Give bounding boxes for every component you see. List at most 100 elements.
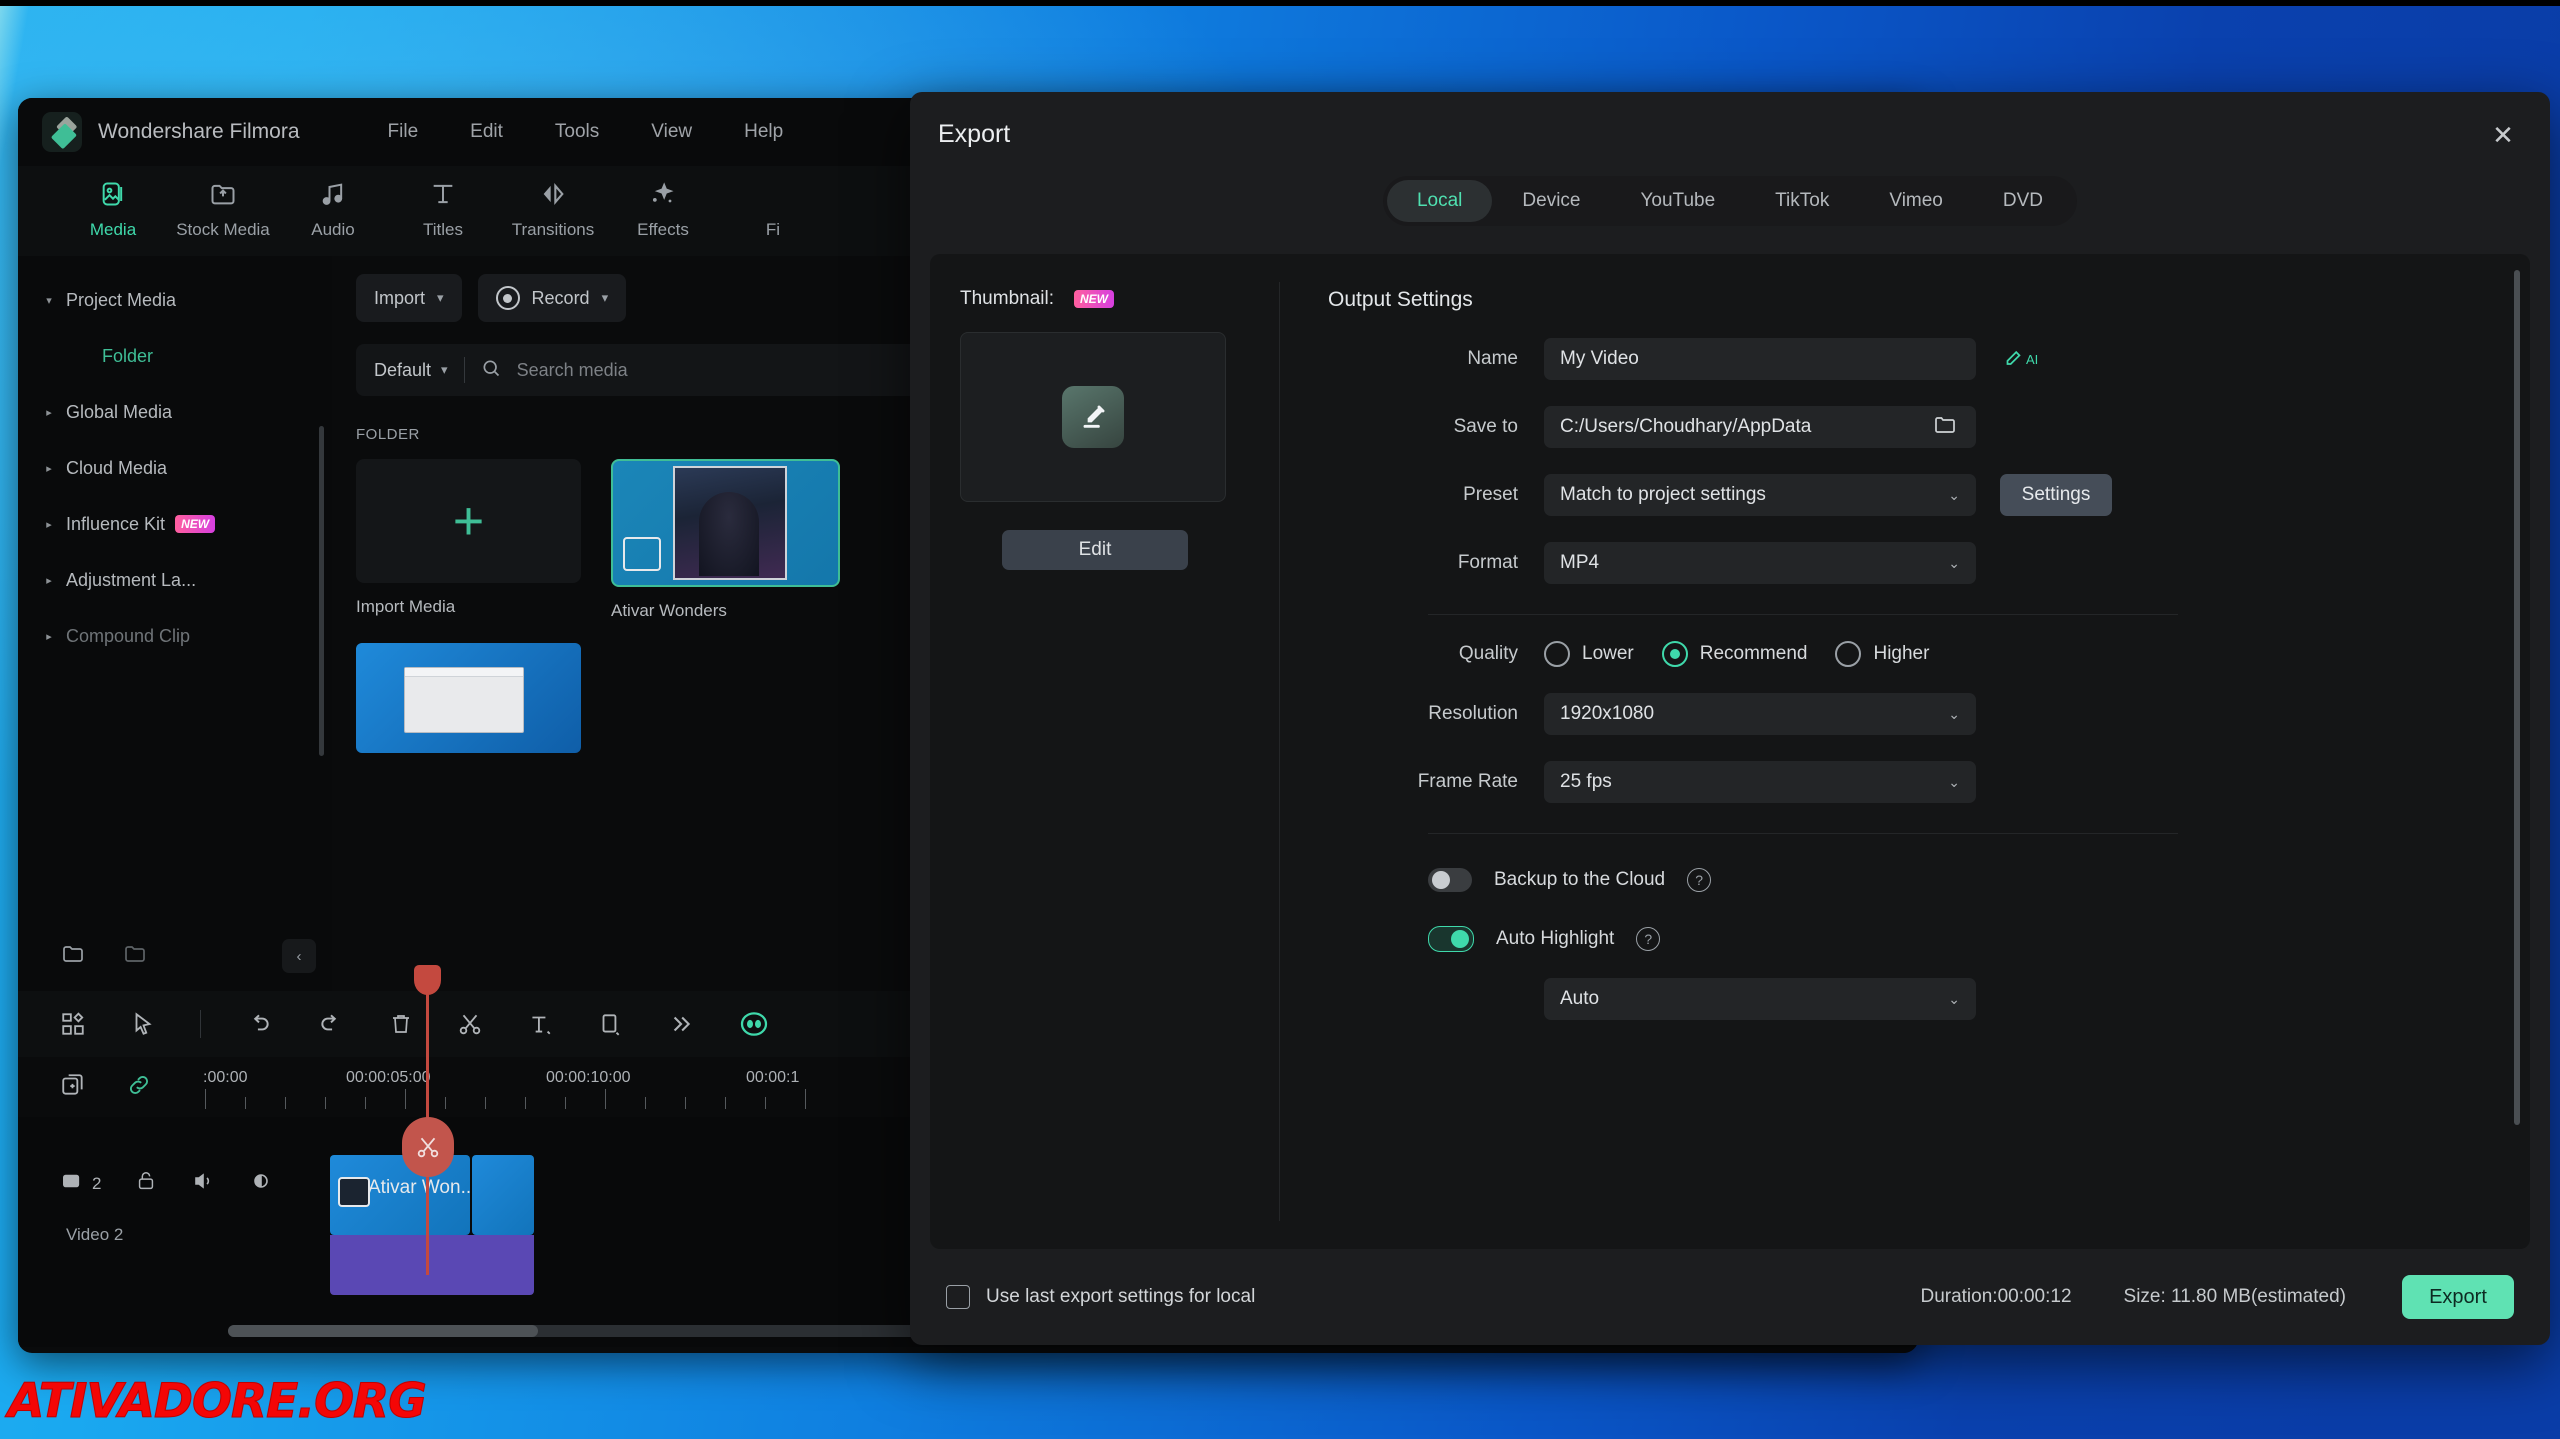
redo-icon[interactable] — [317, 1011, 345, 1037]
format-label: Format — [1457, 552, 1518, 573]
preset-label: Preset — [1463, 484, 1518, 505]
playhead[interactable] — [402, 965, 454, 1275]
tab-youtube[interactable]: YouTube — [1610, 180, 1745, 222]
mute-speaker-icon[interactable] — [191, 1169, 215, 1198]
menu-item-tools[interactable]: Tools — [529, 115, 625, 149]
tool-tab-media[interactable]: Media — [58, 166, 168, 240]
tool-tab-effects[interactable]: Effects — [608, 166, 718, 240]
question-mark-icon[interactable]: ? — [1636, 927, 1661, 951]
sort-dropdown[interactable]: Default ▾ — [374, 360, 448, 381]
timeline-clip[interactable]: Ativar Won... — [330, 1155, 470, 1235]
tab-dvd[interactable]: DVD — [1973, 180, 2073, 222]
menu-item-edit[interactable]: Edit — [444, 115, 529, 149]
tool-tab-stock-media[interactable]: Stock Media — [168, 166, 278, 240]
backup-cloud-row: Backup to the Cloud ? — [1328, 868, 2530, 892]
visibility-eye-icon[interactable] — [249, 1169, 273, 1198]
sidebar-scrollbar[interactable] — [319, 426, 324, 756]
record-label: Record — [531, 287, 590, 308]
layout-grid-icon[interactable] — [60, 1011, 86, 1037]
framerate-select[interactable]: 25 fps ⌄ — [1544, 761, 1976, 803]
tab-device[interactable]: Device — [1492, 180, 1610, 222]
tab-local[interactable]: Local — [1386, 180, 1493, 222]
auto-highlight-label: Auto Highlight — [1496, 928, 1615, 949]
import-button[interactable]: Import ▾ — [356, 274, 462, 322]
sidebar-item-project-media[interactable]: ▾ Project Media — [32, 272, 318, 328]
tool-tab-transitions[interactable]: Transitions — [498, 166, 608, 240]
screen: Wondershare Filmora File Edit Tools View… — [0, 0, 2560, 1439]
folder-icon[interactable] — [1932, 413, 1958, 442]
preset-select[interactable]: Match to project settings ⌄ — [1544, 474, 1976, 516]
media-thumbnail-selected[interactable] — [611, 459, 840, 587]
stock-media-icon — [209, 176, 237, 212]
tool-tab-titles[interactable]: Titles — [388, 166, 498, 240]
import-media-dropzone[interactable]: + — [356, 459, 581, 583]
sidebar-item-compound-clip[interactable]: ▸ Compound Clip — [32, 608, 318, 664]
sidebar-item-global-media[interactable]: ▸ Global Media — [32, 384, 318, 440]
sidebar-item-adjustment-layer[interactable]: ▸ Adjustment La... — [32, 552, 318, 608]
quality-option-higher[interactable]: Higher — [1835, 641, 1929, 667]
new-folder-icon[interactable] — [60, 942, 86, 971]
menu-item-view[interactable]: View — [625, 115, 718, 149]
sidebar-item-folder[interactable]: Folder — [32, 328, 318, 384]
sidebar-item-influence-kit[interactable]: ▸ Influence Kit NEW — [32, 496, 318, 552]
menu-item-file[interactable]: File — [362, 115, 445, 149]
folder-icon[interactable] — [122, 942, 148, 971]
add-track-icon[interactable] — [60, 1072, 86, 1103]
collapse-sidebar-button[interactable]: ‹ — [282, 939, 316, 973]
crop-icon[interactable] — [597, 1011, 623, 1037]
tool-tab-label: Fi — [765, 220, 781, 239]
settings-button[interactable]: Settings — [2000, 474, 2112, 516]
link-icon[interactable] — [126, 1072, 152, 1103]
sidebar-item-label: Folder — [102, 345, 154, 366]
edit-thumbnail-button[interactable]: Edit — [1002, 530, 1188, 570]
tab-vimeo[interactable]: Vimeo — [1859, 180, 1973, 222]
tool-tab-label: Transitions — [511, 220, 595, 239]
record-button[interactable]: Record ▾ — [477, 274, 627, 322]
thumbnail-preview-box[interactable] — [960, 332, 1226, 502]
menu-bar: File Edit Tools View Help — [362, 115, 810, 149]
timeline-clip-secondary[interactable] — [472, 1155, 534, 1235]
thumbnail-preview — [673, 466, 787, 580]
dialog-scrollbar[interactable] — [2514, 270, 2520, 1125]
tool-tab-filters[interactable]: Fi — [718, 166, 828, 240]
playhead-split-icon[interactable] — [402, 1117, 454, 1177]
auto-highlight-toggle[interactable] — [1428, 926, 1474, 952]
saveto-input[interactable]: C:/Users/Choudhary/AppData — [1544, 406, 1976, 448]
chevron-down-icon: ▾ — [437, 290, 444, 305]
sidebar-item-cloud-media[interactable]: ▸ Cloud Media — [32, 440, 318, 496]
split-scissors-icon[interactable] — [457, 1011, 483, 1037]
ai-avatar-icon[interactable] — [737, 1008, 771, 1040]
more-tools-icon[interactable] — [667, 1011, 693, 1037]
quality-option-lower[interactable]: Lower — [1544, 641, 1634, 667]
transitions-icon — [539, 176, 567, 212]
media-thumbnail-windows[interactable] — [356, 643, 581, 753]
radio-selected-icon — [1661, 641, 1688, 667]
menu-item-help[interactable]: Help — [718, 115, 809, 149]
playhead-handle[interactable] — [414, 965, 441, 995]
close-icon[interactable]: ✕ — [2486, 118, 2520, 152]
select-cursor-icon[interactable] — [130, 1011, 156, 1037]
use-last-settings-checkbox[interactable] — [946, 1285, 970, 1309]
question-mark-icon[interactable]: ? — [1687, 868, 1712, 892]
format-select[interactable]: MP4 ⌄ — [1544, 542, 1976, 584]
ruler-label: 00:00:1 — [746, 1069, 800, 1086]
export-button[interactable]: Export — [2402, 1275, 2514, 1319]
search-input[interactable]: Search media — [517, 360, 628, 381]
tab-tiktok[interactable]: TikTok — [1745, 180, 1859, 222]
quality-option-recommend[interactable]: Recommend — [1661, 641, 1807, 667]
tool-tab-audio[interactable]: Audio — [278, 166, 388, 240]
name-input[interactable]: My Video — [1544, 338, 1976, 380]
timeline-clip-body[interactable] — [330, 1235, 534, 1295]
media-tile-import[interactable]: + Import Media — [356, 459, 581, 753]
undo-icon[interactable] — [245, 1011, 273, 1037]
media-tile-ativar[interactable]: Ativar Wonders — [611, 459, 840, 753]
resolution-select[interactable]: 1920x1080 ⌄ — [1544, 693, 1976, 735]
auto-highlight-mode-select[interactable]: Auto ⌄ — [1544, 978, 1976, 1020]
ai-rename-icon[interactable]: AI — [2002, 348, 2038, 370]
backup-cloud-toggle[interactable] — [1428, 868, 1472, 892]
export-tabs-row: Local Device YouTube TikTok Vimeo DVD — [910, 176, 2550, 226]
lock-icon[interactable] — [135, 1169, 157, 1198]
add-text-icon[interactable] — [527, 1011, 553, 1037]
export-dialog: Export ✕ Local Device YouTube TikTok Vim… — [910, 92, 2550, 1345]
delete-trash-icon[interactable] — [389, 1011, 413, 1037]
